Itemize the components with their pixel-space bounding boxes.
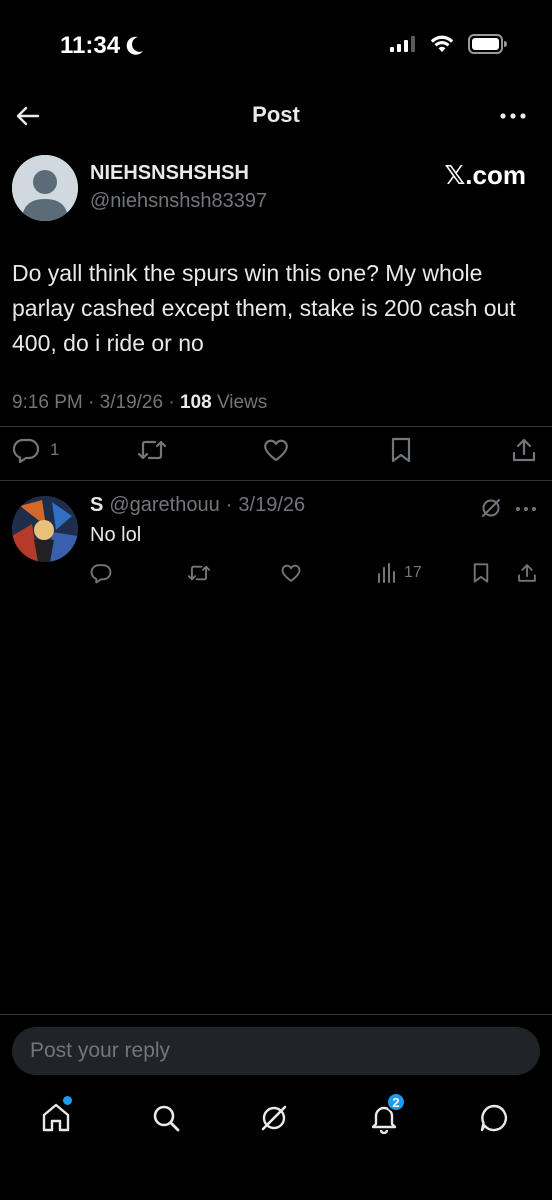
bottom-nav: 2 (0, 1092, 552, 1144)
grok-icon (261, 1105, 287, 1131)
status-bar: 11:34 (0, 0, 552, 90)
reply-reply-button[interactable] (90, 562, 112, 584)
bookmark-button[interactable] (388, 436, 414, 464)
reply-repost-button[interactable] (186, 562, 212, 584)
author-handle[interactable]: @niehsnshsh83397 (90, 190, 267, 213)
divider (0, 1014, 552, 1015)
page-title: Post (252, 102, 300, 127)
clock-text: 11:34 (60, 32, 121, 59)
heart-icon (264, 439, 288, 462)
bookmark-icon (473, 563, 489, 583)
wifi-icon (430, 35, 454, 52)
views-label: Views (216, 392, 268, 413)
reply-input[interactable] (12, 1027, 540, 1075)
post-action-bar: 1 (0, 436, 552, 470)
share-icon (518, 564, 536, 582)
post-date: 3/19/26 (99, 392, 164, 413)
reply-separator: · (225, 494, 233, 516)
more-options-icon[interactable] (498, 106, 528, 126)
reply-text: No lol (90, 524, 142, 546)
reply-like-button[interactable] (280, 562, 302, 584)
x-logo: 𝕏.com (444, 160, 526, 190)
post-meta: 9:16 PM · 3/19/26 · 108 Views (12, 392, 268, 413)
status-indicators (390, 34, 508, 54)
share-icon (512, 438, 536, 462)
views-count: 108 (179, 392, 212, 413)
nav-messages[interactable] (474, 1098, 514, 1138)
reply-date: 3/19/26 (238, 494, 306, 516)
notification-badge: 2 (386, 1092, 406, 1112)
repost-icon (137, 440, 167, 460)
nav-grok[interactable] (254, 1098, 294, 1138)
reply-author-handle[interactable]: @garethouu (109, 494, 219, 517)
post-header: Post (0, 92, 552, 140)
home-unread-dot (63, 1096, 72, 1105)
signal-icon (390, 36, 415, 52)
heart-icon (281, 564, 301, 582)
home-icon (42, 1103, 70, 1132)
reply-more-icon[interactable] (514, 502, 538, 514)
reply-author-name[interactable]: S (90, 494, 103, 517)
default-avatar-icon (12, 155, 78, 221)
reply-views-button[interactable]: 17 (376, 562, 422, 584)
reply-icon (90, 564, 112, 584)
reply-count: 1 (50, 440, 60, 459)
home-indicator (184, 1178, 368, 1184)
nav-notifications[interactable]: 2 (364, 1092, 406, 1138)
reply-bookmark-button[interactable] (470, 562, 492, 584)
reply-avatar-image (12, 496, 78, 562)
divider (0, 426, 552, 427)
status-time: 11:34 (60, 32, 144, 60)
like-button[interactable] (262, 436, 290, 464)
author-avatar[interactable] (12, 155, 78, 221)
reply-icon (12, 438, 40, 464)
nav-search[interactable] (146, 1098, 186, 1138)
divider (0, 480, 552, 481)
nav-home[interactable] (36, 1096, 76, 1138)
repost-icon (187, 565, 211, 581)
author-name[interactable]: NIEHSNSHSHSH (90, 162, 249, 185)
search-icon (153, 1105, 180, 1132)
reply-action-bar: 17 (0, 562, 552, 590)
analytics-icon (378, 563, 395, 583)
repost-button[interactable] (136, 436, 168, 464)
chat-bubble-icon (480, 1104, 508, 1132)
moon-icon (126, 36, 144, 55)
reply-button[interactable]: 1 (12, 436, 59, 464)
reply-views-count: 17 (404, 564, 422, 581)
post-text: Do yall think the spurs win this one? My… (12, 260, 516, 356)
bookmark-icon (391, 437, 411, 463)
reply-header: S @garethouu · 3/19/26 (90, 494, 305, 517)
reply-share-button[interactable] (516, 562, 538, 584)
share-button[interactable] (510, 436, 538, 464)
reply-avatar[interactable] (12, 496, 78, 562)
grok-icon[interactable] (480, 497, 502, 519)
post-time: 9:16 PM (12, 392, 83, 413)
battery-icon (468, 34, 507, 54)
reply-composer (12, 1027, 540, 1075)
